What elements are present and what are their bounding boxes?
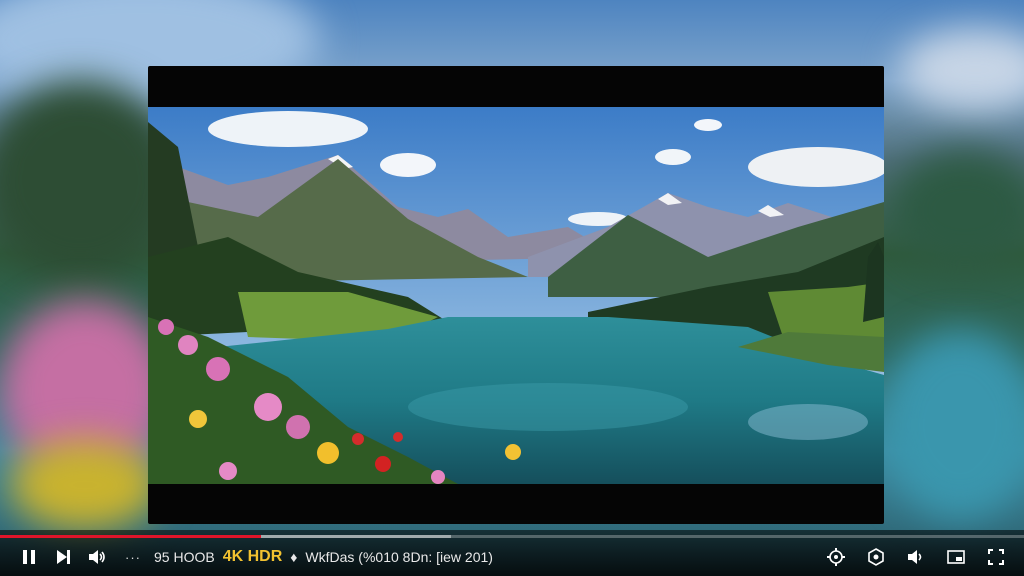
player-controls: ··· 95 HOOB 4K HDR ♦ WkfDas (%010 8Dn: […	[0, 530, 1024, 576]
volume-button[interactable]	[80, 542, 114, 572]
pause-icon	[23, 550, 35, 564]
pause-button[interactable]	[12, 542, 46, 572]
speaker-icon	[908, 550, 922, 564]
more-dots: ···	[125, 549, 141, 565]
fullscreen-button[interactable]	[976, 542, 1016, 572]
progress-played	[0, 535, 262, 538]
video-scene-image	[148, 107, 884, 484]
miniplayer-button[interactable]	[936, 542, 976, 572]
captions-button[interactable]	[856, 542, 896, 572]
quality-badge: 4K HDR	[222, 548, 283, 565]
progress-bar[interactable]	[0, 535, 1024, 538]
video-frame[interactable]	[148, 66, 884, 524]
volume-icon	[89, 550, 105, 564]
settings-icon	[827, 548, 845, 566]
meta-marker-icon: ♦	[290, 549, 298, 565]
controls-row: ··· 95 HOOB 4K HDR ♦ WkfDas (%010 8Dn: […	[0, 542, 1024, 572]
fullscreen-icon	[988, 549, 1004, 565]
resolution-text: 95 HOOB	[154, 549, 215, 565]
next-icon	[57, 550, 70, 564]
speaker-button[interactable]	[896, 542, 936, 572]
right-controls	[816, 542, 1016, 572]
next-button[interactable]	[46, 542, 80, 572]
captions-icon	[868, 548, 884, 566]
settings-button[interactable]	[816, 542, 856, 572]
meta-text: WkfDas (%010 8Dn: [iew 201)	[305, 549, 493, 565]
miniplayer-icon	[947, 550, 965, 564]
video-info: 95 HOOB 4K HDR ♦ WkfDas (%010 8Dn: [iew …	[154, 548, 493, 566]
